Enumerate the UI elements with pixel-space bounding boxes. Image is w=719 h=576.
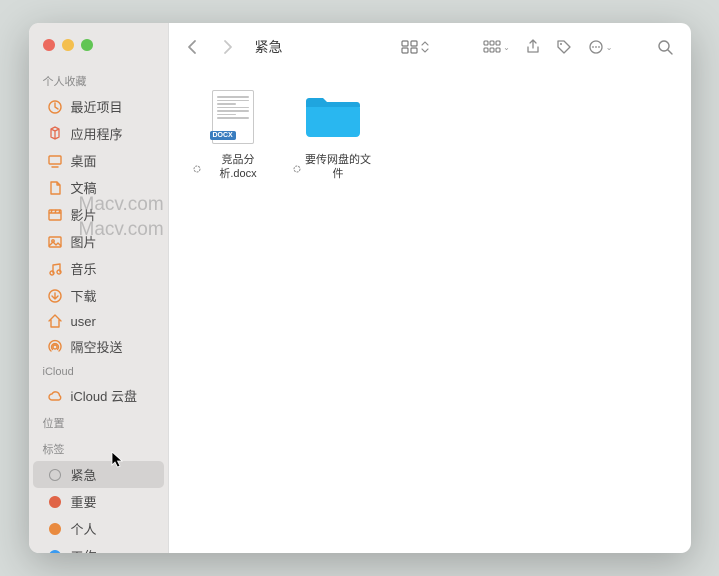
sidebar-item-label: user bbox=[71, 314, 96, 329]
favorites-item-9[interactable]: 隔空投送 bbox=[33, 333, 164, 360]
share-button[interactable] bbox=[522, 35, 544, 59]
tag-circle-icon bbox=[47, 494, 63, 510]
favorites-item-2[interactable]: 桌面 bbox=[33, 147, 164, 174]
finder-window: 个人收藏 最近项目应用程序桌面文稿影片图片音乐下载 user 隔空投送 iCloud… bbox=[29, 23, 691, 553]
sidebar-item-label: 影片 bbox=[71, 205, 97, 224]
minimize-button[interactable] bbox=[62, 39, 74, 51]
desktop-icon bbox=[47, 153, 63, 169]
favorites-item-6[interactable]: 音乐 bbox=[33, 255, 164, 282]
favorites-item-8[interactable]: user bbox=[33, 309, 164, 333]
section-icloud: iCloud bbox=[29, 360, 168, 382]
chevron-down-icon: ⌄ bbox=[503, 43, 510, 52]
tag-item-1[interactable]: 重要 bbox=[33, 488, 164, 515]
document-icon: DOCX bbox=[201, 85, 265, 149]
chevron-down-icon: ⌄ bbox=[606, 43, 613, 52]
favorites-item-5[interactable]: 图片 bbox=[33, 228, 164, 255]
movies-icon bbox=[47, 207, 63, 223]
clock-icon bbox=[47, 99, 63, 115]
sidebar-item-label: 桌面 bbox=[71, 151, 97, 170]
favorites-item-1[interactable]: 应用程序 bbox=[33, 120, 164, 147]
tag-circle-icon bbox=[47, 548, 63, 554]
sidebar-item-label: 音乐 bbox=[71, 259, 97, 278]
favorites-item-7[interactable]: 下载 bbox=[33, 282, 164, 309]
sidebar-item-label: 工作 bbox=[71, 546, 97, 553]
close-button[interactable] bbox=[43, 39, 55, 51]
sidebar-item-label: 文稿 bbox=[71, 178, 97, 197]
pictures-icon bbox=[47, 234, 63, 250]
downloads-icon bbox=[47, 288, 63, 304]
folder-icon bbox=[301, 85, 365, 149]
tag-item-0[interactable]: 紧急 bbox=[33, 461, 164, 488]
file-label: 要传网盘的文件 bbox=[293, 153, 373, 182]
sidebar: 个人收藏 最近项目应用程序桌面文稿影片图片音乐下载 user 隔空投送 iCloud… bbox=[29, 23, 169, 553]
maximize-button[interactable] bbox=[81, 39, 93, 51]
toolbar: 紧急 ⌄ ⌄ bbox=[169, 23, 691, 71]
sidebar-item-label: 隔空投送 bbox=[71, 337, 123, 356]
sidebar-item-label: 个人 bbox=[71, 519, 97, 538]
favorites-item-4[interactable]: 影片 bbox=[33, 201, 164, 228]
file-grid[interactable]: DOCX 竞品分析.docx 要传网盘的文件 bbox=[169, 71, 691, 553]
sidebar-item-label: 最近项目 bbox=[71, 97, 123, 116]
window-controls bbox=[29, 35, 168, 67]
cloud-status-icon bbox=[293, 163, 301, 171]
sidebar-item-label: 应用程序 bbox=[71, 124, 123, 143]
file-item[interactable]: DOCX 竞品分析.docx bbox=[193, 85, 273, 182]
favorites-item-3[interactable]: 文稿 bbox=[33, 174, 164, 201]
apps-icon bbox=[47, 126, 63, 142]
home-icon bbox=[47, 313, 63, 329]
tag-item-3[interactable]: 工作 bbox=[33, 542, 164, 553]
cloud-icon bbox=[47, 388, 63, 404]
forward-button[interactable] bbox=[217, 35, 237, 59]
sidebar-item-label: 重要 bbox=[71, 492, 97, 511]
music-icon bbox=[47, 261, 63, 277]
file-label: 竞品分析.docx bbox=[193, 153, 273, 182]
airdrop-icon bbox=[47, 339, 63, 355]
main-area: 紧急 ⌄ ⌄ bbox=[169, 23, 691, 553]
group-button[interactable]: ⌄ bbox=[479, 36, 514, 58]
search-button[interactable] bbox=[653, 35, 677, 59]
favorites-item-0[interactable]: 最近项目 bbox=[33, 93, 164, 120]
icloud-item-0[interactable]: iCloud 云盘 bbox=[33, 382, 164, 409]
back-button[interactable] bbox=[183, 35, 203, 59]
tag-button[interactable] bbox=[552, 35, 576, 59]
section-tags: 标签 bbox=[29, 435, 168, 461]
window-title: 紧急 bbox=[255, 37, 283, 57]
section-locations: 位置 bbox=[29, 409, 168, 435]
file-item[interactable]: 要传网盘的文件 bbox=[293, 85, 373, 182]
sidebar-item-label: 下载 bbox=[71, 286, 97, 305]
sidebar-item-label: iCloud 云盘 bbox=[71, 386, 137, 405]
sidebar-item-label: 紧急 bbox=[71, 465, 97, 484]
tag-item-2[interactable]: 个人 bbox=[33, 515, 164, 542]
section-favorites: 个人收藏 bbox=[29, 67, 168, 93]
cloud-status-icon bbox=[193, 163, 201, 171]
tag-circle-icon bbox=[47, 467, 63, 483]
tag-circle-icon bbox=[47, 521, 63, 537]
view-options-button[interactable] bbox=[397, 36, 433, 58]
sidebar-item-label: 图片 bbox=[71, 232, 97, 251]
documents-icon bbox=[47, 180, 63, 196]
action-button[interactable]: ⌄ bbox=[584, 35, 617, 59]
